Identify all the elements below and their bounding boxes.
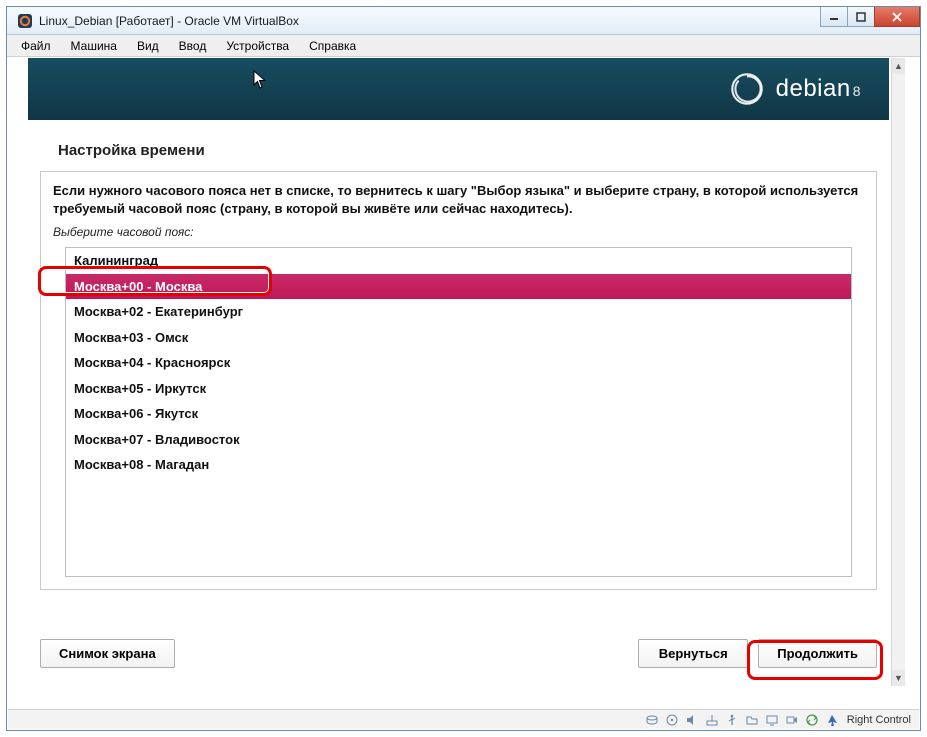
menu-bar: Файл Машина Вид Ввод Устройства Справка [7,35,920,57]
vm-viewport: ▲ ▼ debian 8 Настройка времени Если нужн… [8,58,919,708]
timezone-item[interactable]: Москва+07 - Владивосток [66,427,851,453]
network-icon[interactable] [705,713,719,727]
menu-machine[interactable]: Машина [63,37,125,55]
scroll-down-icon[interactable]: ▼ [892,670,905,686]
maximize-button[interactable] [847,7,875,27]
instruction-panel: Если нужного часового пояса нет в списке… [40,171,877,590]
screenshot-button[interactable]: Снимок экрана [40,639,175,668]
mouse-integration-icon[interactable] [825,713,839,727]
menu-view[interactable]: Вид [129,37,167,55]
continue-button[interactable]: Продолжить [758,639,877,668]
display-icon[interactable] [765,713,779,727]
instruction-text: Если нужного часового пояса нет в списке… [53,182,864,217]
debian-installer: debian 8 Настройка времени Если нужного … [28,58,889,686]
window-titlebar: Linux_Debian [Работает] - Oracle VM Virt… [7,7,920,35]
optical-icon[interactable] [665,713,679,727]
window-controls [821,7,920,27]
timezone-item[interactable]: Москва+00 - Москва [66,274,851,300]
debian-version: 8 [853,83,861,99]
scrollbar[interactable]: ▲ ▼ [891,58,905,686]
timezone-item[interactable]: Москва+06 - Якутск [66,401,851,427]
recording-icon[interactable] [785,713,799,727]
timezone-item[interactable]: Москва+05 - Иркутск [66,376,851,402]
timezone-item[interactable]: Москва+02 - Екатеринбург [66,299,851,325]
hdd-icon[interactable] [645,713,659,727]
back-button[interactable]: Вернуться [638,639,748,668]
timezone-item[interactable]: Москва+03 - Омск [66,325,851,351]
menu-file[interactable]: Файл [13,37,59,55]
shared-folder-icon[interactable] [745,713,759,727]
timezone-listbox[interactable]: КалининградМосква+00 - МоскваМосква+02 -… [65,247,852,577]
virtualbox-icon [17,13,33,29]
minimize-button[interactable] [820,7,848,27]
menu-help[interactable]: Справка [301,37,364,55]
window-title: Linux_Debian [Работает] - Oracle VM Virt… [39,14,299,28]
section-title: Настройка времени [28,120,889,171]
menu-devices[interactable]: Устройства [218,37,297,55]
timezone-item[interactable]: Москва+08 - Магадан [66,452,851,478]
debian-brand: debian 8 [776,75,861,103]
timezone-item[interactable]: Москва+04 - Красноярск [66,350,851,376]
vb-status-bar: Right Control [8,709,919,729]
guest-additions-icon[interactable] [805,713,819,727]
menu-input[interactable]: Ввод [171,37,215,55]
debian-swirl-icon [726,68,768,110]
timezone-item[interactable]: Калининград [66,248,851,274]
audio-icon[interactable] [685,713,699,727]
debian-banner: debian 8 [28,58,889,120]
usb-icon[interactable] [725,713,739,727]
host-key-indicator: Right Control [847,714,911,726]
scroll-up-icon[interactable]: ▲ [892,58,905,74]
close-button[interactable] [874,7,920,27]
debian-brand-label: debian [776,75,851,103]
button-row: Снимок экрана Вернуться Продолжить [40,639,877,668]
timezone-prompt: Выберите часовой пояс: [53,225,864,239]
